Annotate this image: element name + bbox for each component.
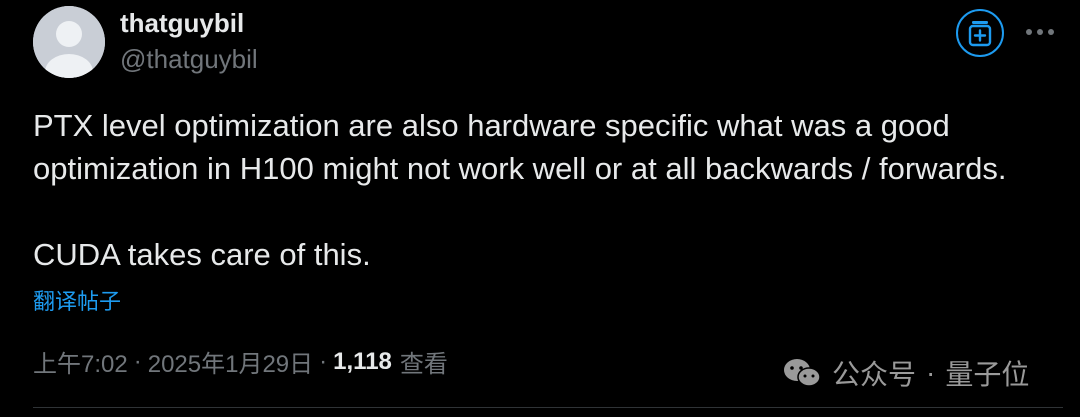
subscribe-button[interactable] xyxy=(956,9,1004,57)
watermark: 公众号 · 量子位 xyxy=(782,353,1029,393)
views-label: 查看 xyxy=(399,351,448,378)
post-time[interactable]: 上午7:02 xyxy=(33,344,128,379)
views-count[interactable]: 1,118 xyxy=(333,348,392,376)
wechat-icon xyxy=(784,359,821,387)
translate-post-link[interactable]: 翻译帖子 xyxy=(33,284,121,316)
watermark-dot: · xyxy=(926,357,936,388)
author-display-name[interactable]: thatguybil xyxy=(120,8,244,39)
divider xyxy=(33,407,1063,408)
watermark-account: 量子位 xyxy=(945,359,1030,390)
tweet-text-line: CUDA takes care of this. xyxy=(33,237,371,272)
tweet-text-line: optimization in H100 might not work well… xyxy=(33,151,1007,186)
avatar[interactable] xyxy=(33,6,105,78)
meta-separator: · xyxy=(319,347,328,375)
more-button[interactable] xyxy=(1018,16,1062,48)
default-avatar-icon xyxy=(33,6,105,78)
author-handle[interactable]: @thatguybil xyxy=(120,44,258,75)
meta-separator: · xyxy=(133,347,142,375)
tweet-card: thatguybil @thatguybil PTX level optimiz… xyxy=(0,0,1080,417)
subscribe-plus-icon xyxy=(968,21,992,47)
post-date[interactable]: 2025年1月29日 xyxy=(148,344,313,379)
tweet-meta: 上午7:02 · 2025年1月29日 · 1,118 查看 xyxy=(33,344,448,379)
more-dots-icon xyxy=(1026,29,1054,35)
tweet-text-line: PTX level optimization are also hardware… xyxy=(33,108,950,143)
tweet-text: PTX level optimization are also hardware… xyxy=(33,104,1063,276)
watermark-label: 公众号 xyxy=(832,359,917,390)
